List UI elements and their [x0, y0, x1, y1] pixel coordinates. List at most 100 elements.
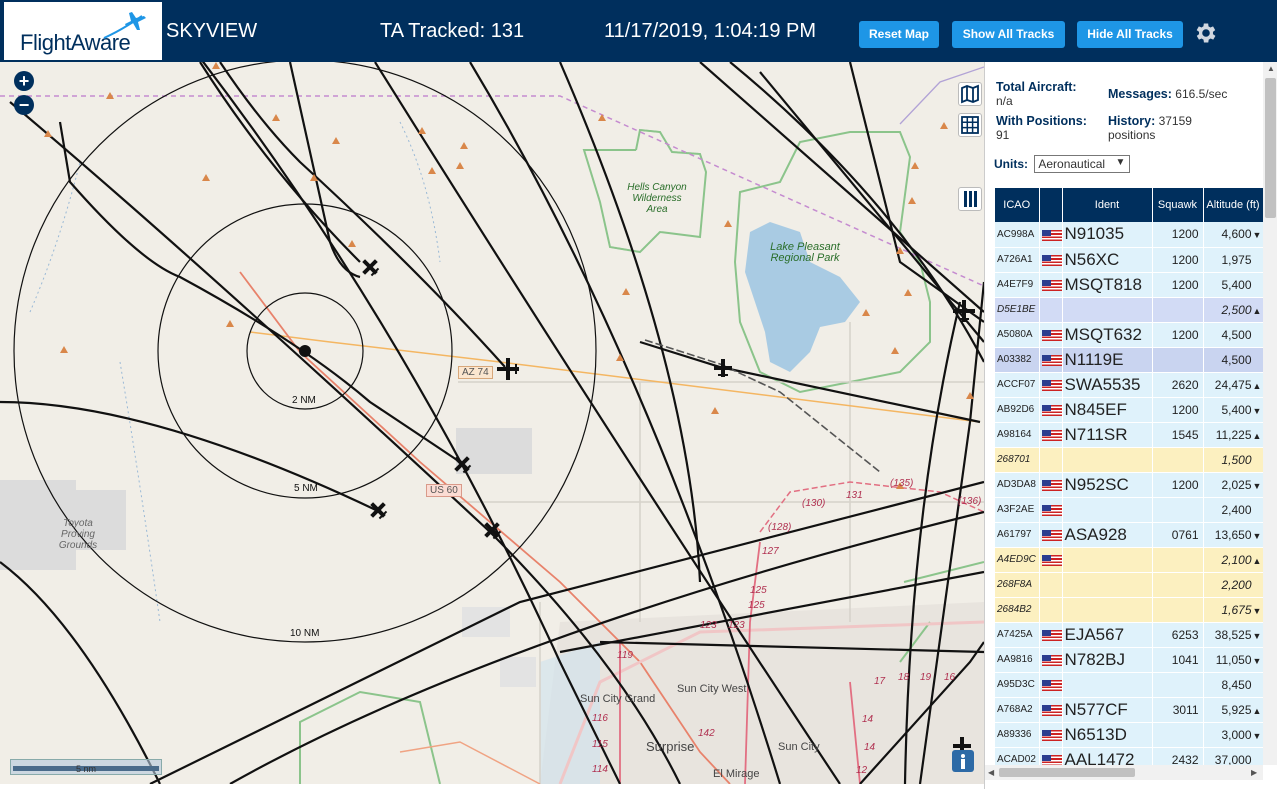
altitude-value: 1,500 [1221, 452, 1252, 467]
sun-city-label: Sun City [778, 741, 820, 753]
route-number: 125 [748, 600, 765, 611]
table-row[interactable]: A95D3C 8,450 [995, 672, 1263, 698]
table-row[interactable]: AD3DA8 N952SC 1200 2,025▼ [995, 472, 1263, 498]
col-header-ident[interactable]: Ident [1062, 188, 1153, 222]
table-row[interactable]: A98164 N711SR 1545 11,225▲ [995, 422, 1263, 448]
toggle-sidebar-button[interactable] [958, 187, 982, 211]
cell-flag [1039, 397, 1063, 423]
map-layers-button[interactable] [958, 82, 982, 106]
altitude-trend-icon: ▼ [1252, 405, 1262, 416]
col-header-icao[interactable]: ICAO [995, 188, 1040, 222]
cell-squawk: 1041 [1152, 647, 1204, 673]
cell-flag [1039, 322, 1063, 348]
scroll-up-icon[interactable]: ▲ [1267, 64, 1275, 73]
history-label: History: [1108, 114, 1156, 128]
cell-icao: D5E1BE [995, 297, 1040, 323]
altitude-trend-icon: ▼ [1252, 530, 1262, 541]
cell-squawk [1152, 497, 1204, 523]
table-row[interactable]: A4E7F9 MSQT818 1200 5,400 [995, 272, 1263, 298]
col-header-flag[interactable] [1039, 188, 1063, 222]
zoom-in-button[interactable]: + [14, 71, 34, 91]
altitude-value: 2,025 [1221, 477, 1252, 492]
table-row[interactable]: A7425A EJA567 6253 38,525▼ [995, 622, 1263, 648]
table-row[interactable]: 268701 1,500 [995, 447, 1263, 473]
table-row[interactable]: D5E1BE 2,500▲ [995, 297, 1263, 323]
table-row[interactable]: A3F2AE 2,400 [995, 497, 1263, 523]
table-row[interactable]: 2684B2 1,675▼ [995, 597, 1263, 623]
us-flag-icon [1041, 629, 1061, 641]
altitude-value: 4,500 [1221, 327, 1252, 342]
horizontal-scroll-thumb[interactable] [999, 768, 1135, 777]
cell-ident: N1119E [1062, 347, 1153, 373]
clock: 11/17/2019, 1:04:19 PM [604, 20, 817, 42]
scroll-right-icon[interactable]: ▶ [1251, 768, 1257, 777]
cell-squawk [1152, 572, 1204, 598]
table-row[interactable]: 268F8A 2,200 [995, 572, 1263, 598]
info-icon [961, 754, 965, 769]
table-row[interactable]: A89336 N6513D 3,000▼ [995, 722, 1263, 748]
cell-squawk [1152, 547, 1204, 573]
info-button[interactable] [952, 750, 974, 772]
vertical-scrollbar[interactable]: ▲ [1263, 62, 1277, 765]
show-all-tracks-button[interactable]: Show All Tracks [952, 21, 1065, 48]
aircraft-table: ICAO Ident Squawk Altitude (ft) AC998A N9… [995, 188, 1263, 765]
aircraft-table-container[interactable]: ICAO Ident Squawk Altitude (ft) AC998A N9… [995, 188, 1263, 765]
route-number: 119 [617, 650, 633, 661]
cell-altitude: 8,450 [1203, 672, 1263, 698]
cell-flag [1039, 747, 1063, 765]
map-grid-button[interactable] [958, 113, 982, 137]
cell-squawk [1152, 672, 1204, 698]
table-row[interactable]: A5080A MSQT632 1200 4,500 [995, 322, 1263, 348]
map-view[interactable]: 2 NM 5 NM 10 NM AZ 74 US 60 Hells Canyon… [0, 62, 984, 784]
altitude-trend-icon: ▲ [1252, 705, 1262, 716]
table-row[interactable]: ACCF07 SWA5535 2620 24,475▲ [995, 372, 1263, 398]
cell-ident: N845EF [1062, 397, 1153, 423]
us-flag-icon [1041, 229, 1061, 241]
table-row[interactable]: A61797 ASA928 0761 13,650▼ [995, 522, 1263, 548]
route-number: 142 [698, 728, 715, 739]
route-number: 18 [898, 672, 910, 683]
table-row[interactable]: A03382 N1119E 4,500 [995, 347, 1263, 373]
cell-squawk: 0761 [1152, 522, 1204, 548]
cell-altitude: 11,225▲ [1203, 422, 1263, 448]
altitude-value: 5,925 [1221, 702, 1252, 717]
table-row[interactable]: A726A1 N56XC 1200 1,975 [995, 247, 1263, 273]
col-header-altitude[interactable]: Altitude (ft) [1203, 188, 1263, 222]
cell-squawk: 2620 [1152, 372, 1204, 398]
cell-altitude: 38,525▼ [1203, 622, 1263, 648]
cell-squawk [1152, 447, 1204, 473]
units-select[interactable]: Aeronautical ▼ [1034, 155, 1131, 173]
vertical-scroll-thumb[interactable] [1265, 78, 1276, 218]
map-canvas[interactable] [0, 62, 984, 784]
reset-map-button[interactable]: Reset Map [859, 21, 939, 48]
scroll-left-icon[interactable]: ◀ [988, 768, 994, 777]
us-flag-icon [1041, 529, 1061, 541]
table-row[interactable]: A768A2 N577CF 3011 5,925▲ [995, 697, 1263, 723]
cell-altitude: 4,500 [1203, 322, 1263, 348]
hide-all-tracks-button[interactable]: Hide All Tracks [1077, 21, 1183, 48]
horizontal-scrollbar[interactable]: ◀ ▶ [985, 765, 1263, 780]
col-header-squawk[interactable]: Squawk [1152, 188, 1204, 222]
table-row[interactable]: ACAD02 AAL1472 2432 37,000 [995, 747, 1263, 765]
table-header-row: ICAO Ident Squawk Altitude (ft) [995, 188, 1263, 222]
cell-flag [1039, 472, 1063, 498]
zoom-out-button[interactable]: − [14, 95, 34, 115]
lake-pleasant-label: Lake Pleasant Regional Park [770, 241, 840, 264]
cell-flag [1039, 347, 1063, 373]
table-row[interactable]: A4ED9C 2,100▲ [995, 547, 1263, 573]
table-row[interactable]: AB92D6 N845EF 1200 5,400▼ [995, 397, 1263, 423]
cell-squawk [1152, 722, 1204, 748]
table-row[interactable]: AA9816 N782BJ 1041 11,050▼ [995, 647, 1263, 673]
cell-ident: EJA567 [1062, 622, 1153, 648]
tracked-count: TA Tracked: 131 [380, 20, 525, 42]
cell-ident: N91035 [1062, 222, 1153, 248]
cell-icao: A768A2 [995, 697, 1040, 723]
table-row[interactable]: AC998A N91035 1200 4,600▼ [995, 222, 1263, 248]
altitude-value: 38,525 [1214, 627, 1252, 642]
cell-ident [1062, 672, 1153, 698]
cell-flag [1039, 422, 1063, 448]
cell-flag [1039, 647, 1063, 673]
gear-icon[interactable] [1193, 20, 1219, 46]
flightaware-logo[interactable]: FlightAware [4, 2, 162, 60]
altitude-trend-icon: ▼ [1252, 230, 1262, 241]
